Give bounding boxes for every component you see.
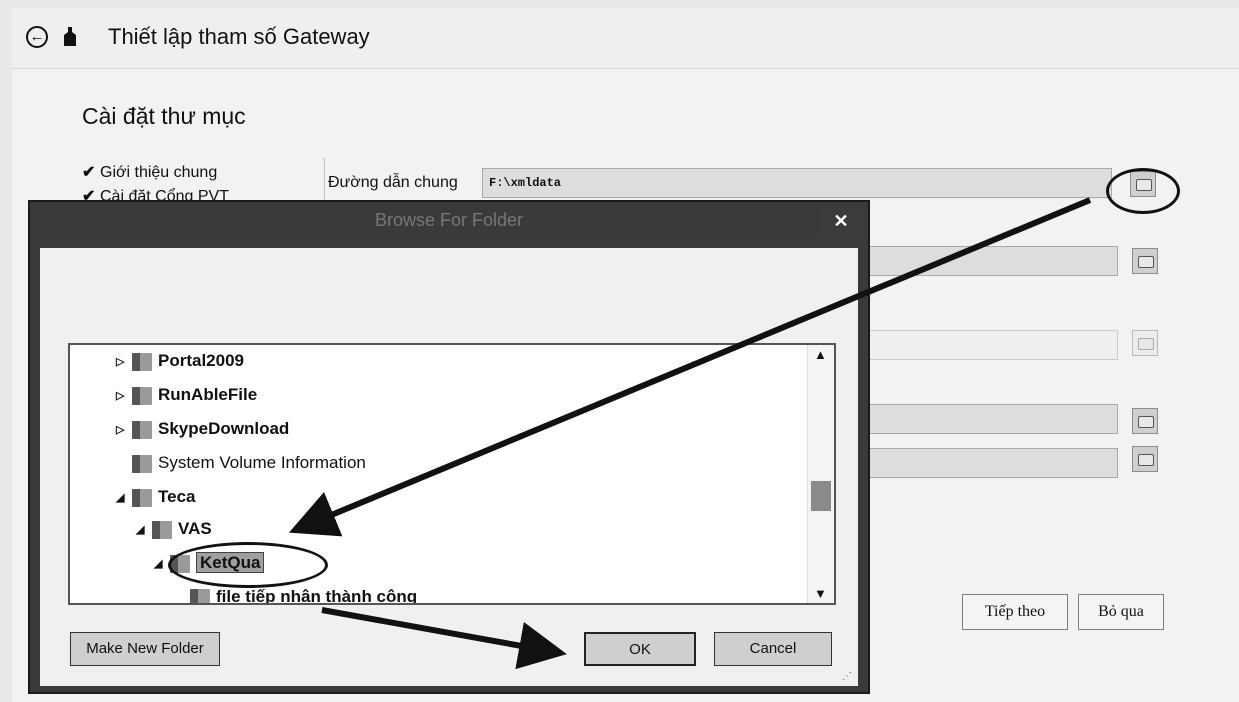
browse-button-3[interactable] [1132, 330, 1158, 356]
browse-folder-icon [1138, 338, 1154, 350]
section-title: Cài đặt thư mục [82, 103, 246, 129]
path-field-2[interactable] [862, 246, 1118, 276]
browse-button-5[interactable] [1132, 446, 1158, 472]
folder-icon [190, 588, 210, 603]
tree-node-runablefile[interactable]: ▷ RunAbleFile [116, 383, 257, 407]
expand-icon[interactable]: ▷ [116, 350, 132, 374]
browse-button-2[interactable] [1132, 248, 1158, 274]
scroll-up-icon[interactable]: ▲ [814, 347, 827, 362]
browse-folder-icon [1138, 454, 1154, 466]
window-title: Thiết lập tham số Gateway [108, 24, 370, 49]
next-button[interactable]: Tiếp theo [962, 594, 1068, 630]
collapse-icon[interactable]: ◢ [116, 486, 132, 510]
folder-icon [132, 454, 152, 473]
step-general-intro: ✔ Giới thiệu chung [82, 162, 217, 182]
folder-icon [132, 420, 152, 439]
scrollbar-thumb[interactable] [811, 481, 831, 511]
tree-node-portal2009[interactable]: ▷ Portal2009 [116, 349, 244, 373]
tree-node-vas[interactable]: ◢ VAS [136, 517, 212, 541]
browse-for-folder-dialog: Browse For Folder ✕ ▷ Portal2009 ▷ RunAble… [28, 200, 870, 694]
highlight-circle [1106, 168, 1180, 214]
browse-folder-icon [1138, 256, 1154, 268]
skip-button[interactable]: Bỏ qua [1078, 594, 1164, 630]
close-icon[interactable]: ✕ [818, 204, 864, 238]
step-label: Giới thiệu chung [100, 164, 218, 181]
path-field-3[interactable] [862, 330, 1118, 360]
expand-icon[interactable]: ▷ [116, 384, 132, 408]
tree-scrollbar[interactable]: ▲ ▼ [807, 345, 834, 603]
make-new-folder-button[interactable]: Make New Folder [70, 632, 220, 666]
folder-icon [132, 488, 152, 507]
path-field-4[interactable] [862, 404, 1118, 434]
path-field-5[interactable] [862, 448, 1118, 478]
folder-icon [132, 352, 152, 371]
app-icon [64, 27, 76, 46]
folder-tree[interactable]: ▷ Portal2009 ▷ RunAbleFile ▷ SkypeDownload … [68, 343, 836, 605]
tree-node-teca[interactable]: ◢ Teca [116, 485, 196, 509]
back-arrow-icon[interactable]: ← [26, 26, 48, 48]
folder-icon [152, 520, 172, 539]
resize-grip-icon[interactable]: ⋰ [842, 671, 852, 682]
ok-button[interactable]: OK [584, 632, 696, 666]
collapse-icon[interactable]: ◢ [136, 518, 152, 542]
title-bar: ← Thiết lập tham số Gateway [12, 8, 1239, 69]
dialog-body: ▷ Portal2009 ▷ RunAbleFile ▷ SkypeDownload … [40, 248, 858, 686]
cancel-button[interactable]: Cancel [714, 632, 832, 666]
tree-node-system-volume-information[interactable]: System Volume Information [116, 451, 366, 475]
selection-highlight-circle [168, 542, 328, 588]
dialog-title: Browse For Folder [374, 210, 524, 230]
check-icon: ✔ [82, 164, 96, 181]
tree-node-skypedownload[interactable]: ▷ SkypeDownload [116, 417, 289, 441]
expand-icon[interactable]: ▷ [116, 418, 132, 442]
folder-icon [132, 386, 152, 405]
common-path-field[interactable]: F:\xmldata [482, 168, 1112, 198]
browse-folder-icon [1138, 416, 1154, 428]
browse-button-4[interactable] [1132, 408, 1158, 434]
common-path-label: Đường dẫn chung [328, 174, 458, 191]
scroll-down-icon[interactable]: ▼ [814, 586, 827, 601]
tree-node-file-tiep-nhan-thanh-cong[interactable]: file tiếp nhận thành công [174, 585, 417, 603]
